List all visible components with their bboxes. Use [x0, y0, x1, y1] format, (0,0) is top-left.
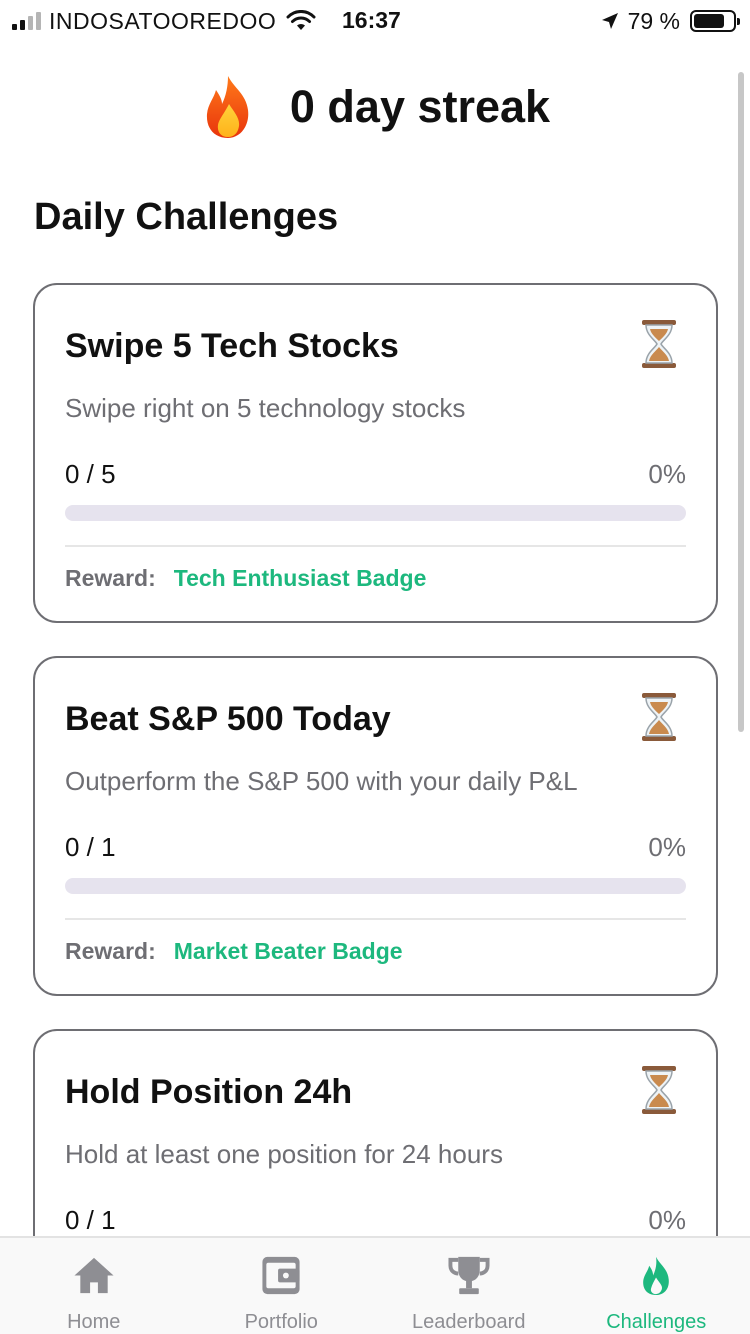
challenge-title: Swipe 5 Tech Stocks [65, 327, 399, 365]
tab-label: Home [67, 1311, 121, 1333]
hourglass-icon [642, 320, 676, 368]
divider [65, 545, 686, 547]
progress-percent: 0% [648, 1205, 686, 1235]
tab-bar: Home Portfolio Leaderboard Challenges [0, 1236, 750, 1334]
reward-row: Reward: Market Beater Badge [65, 938, 403, 965]
wifi-icon [286, 10, 316, 30]
home-icon [74, 1257, 114, 1294]
progress-bar [65, 505, 686, 521]
challenge-description: Hold at least one position for 24 hours [65, 1139, 503, 1169]
tab-leaderboard[interactable]: Leaderboard [375, 1238, 563, 1334]
tab-challenges[interactable]: Challenges [563, 1238, 750, 1334]
progress-count: 0 / 5 [65, 459, 116, 489]
battery-icon [690, 10, 740, 32]
fire-icon [206, 76, 249, 138]
reward-row: Reward: Tech Enthusiast Badge [65, 565, 426, 592]
challenge-title: Hold Position 24h [65, 1073, 353, 1111]
tab-label: Challenges [606, 1311, 707, 1333]
location-arrow-icon [601, 13, 618, 29]
wallet-icon [262, 1256, 300, 1295]
carrier-name: INDOSATOOREDOO [49, 7, 277, 34]
progress-percent: 0% [648, 459, 686, 489]
challenge-card[interactable]: Swipe 5 Tech Stocks Swipe right on 5 tec… [33, 283, 718, 623]
trophy-icon [448, 1256, 490, 1295]
tab-label: Leaderboard [412, 1311, 526, 1333]
reward-value: Tech Enthusiast Badge [173, 565, 427, 591]
reward-label: Reward: [65, 938, 156, 964]
challenge-description: Outperform the S&P 500 with your daily P… [65, 766, 578, 796]
streak-text: 0 day streak [289, 81, 551, 132]
status-right: 79 % [600, 6, 740, 36]
flame-icon [643, 1256, 670, 1296]
reward-label: Reward: [65, 565, 156, 591]
status-time: 16:37 [342, 7, 401, 33]
hourglass-icon [642, 1066, 676, 1114]
scrollbar[interactable] [738, 72, 744, 732]
tab-portfolio[interactable]: Portfolio [188, 1238, 376, 1334]
challenge-title: Beat S&P 500 Today [65, 700, 391, 738]
progress-bar [65, 878, 686, 894]
challenge-description: Swipe right on 5 technology stocks [65, 393, 466, 423]
signal-icon [12, 12, 41, 30]
status-bar: INDOSATOOREDOO 16:37 79 % [0, 0, 750, 40]
progress-count: 0 / 1 [65, 1205, 116, 1235]
streak-header: 0 day streak [0, 72, 750, 142]
tab-home[interactable]: Home [0, 1238, 188, 1334]
tab-label: Portfolio [244, 1311, 318, 1333]
hourglass-icon [642, 693, 676, 741]
reward-value: Market Beater Badge [173, 938, 403, 964]
challenge-card[interactable]: Beat S&P 500 Today Outperform the S&P 50… [33, 656, 718, 996]
progress-percent: 0% [648, 832, 686, 862]
status-left: INDOSATOOREDOO [12, 6, 316, 36]
section-title: Daily Challenges [34, 196, 339, 238]
battery-percent: 79 % [627, 7, 680, 34]
divider [65, 918, 686, 920]
progress-count: 0 / 1 [65, 832, 116, 862]
